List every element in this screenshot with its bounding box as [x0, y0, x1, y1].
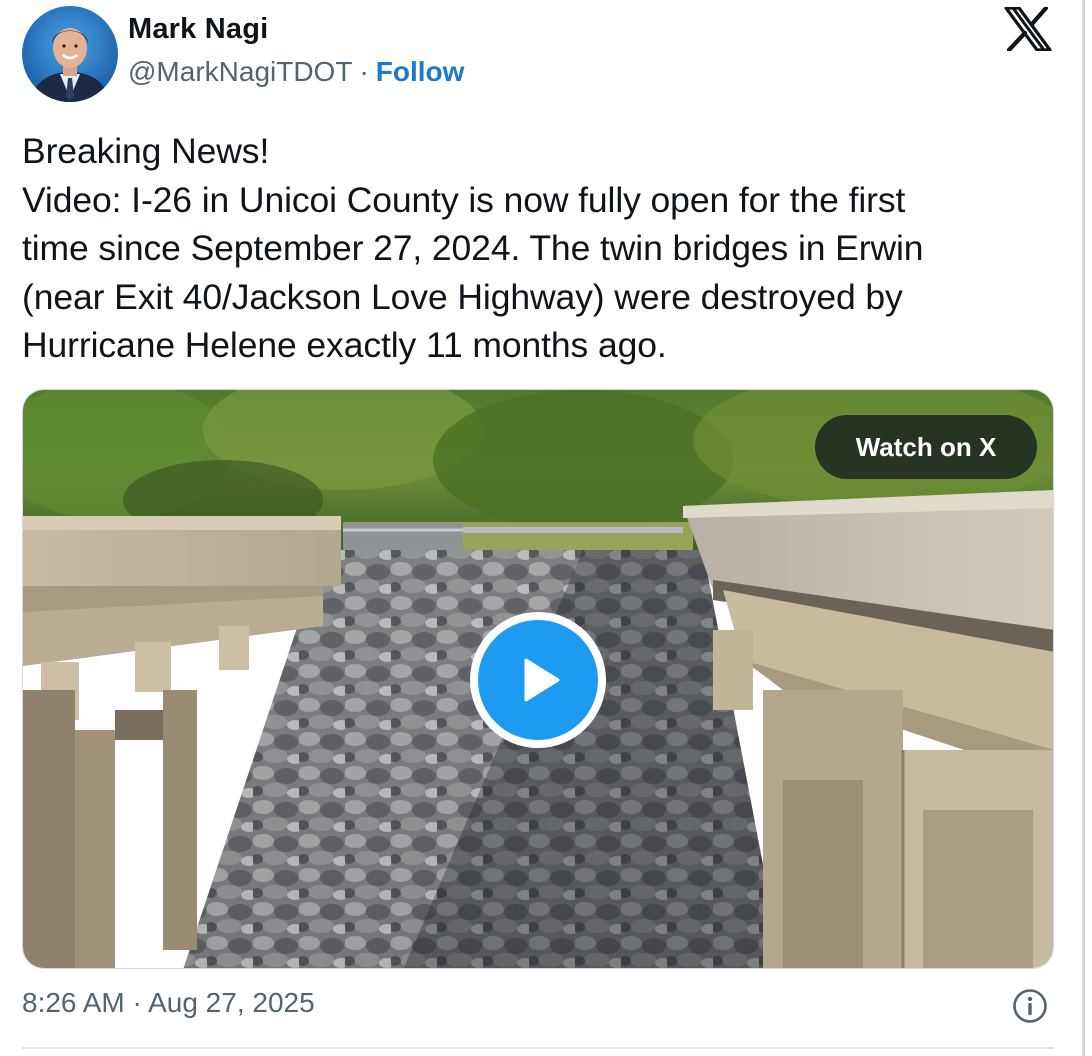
info-icon[interactable]	[1012, 988, 1048, 1024]
watch-on-x-button[interactable]: Watch on X	[815, 415, 1037, 479]
author-handle[interactable]: @MarkNagiTDOT	[128, 56, 352, 87]
meta-separator: ·	[359, 56, 369, 87]
tweet-card: Mark Nagi @MarkNagiTDOT · Follow Breaking …	[0, 0, 1085, 1056]
tweet-text-line: Breaking News!	[22, 131, 270, 171]
author-meta: @MarkNagiTDOT · Follow	[128, 56, 464, 88]
play-button[interactable]	[470, 612, 606, 748]
tweet-text-line: (near Exit 40/Jackson Love Highway) were…	[22, 276, 903, 317]
tweet-text-line: Hurricane Helene exactly 11 months ago.	[22, 325, 667, 365]
x-logo-icon[interactable]	[1004, 5, 1052, 53]
author-name[interactable]: Mark Nagi	[128, 13, 268, 46]
avatar[interactable]	[22, 6, 118, 102]
tweet-timestamp[interactable]: 8:26 AM · Aug 27, 2025	[22, 987, 315, 1019]
video-player[interactable]: Watch on X	[22, 389, 1054, 969]
tweet-text-line: Video: I-26 in Unicoi County is now full…	[22, 179, 906, 220]
tweet-text-line: time since September 27, 2024. The twin …	[22, 228, 924, 268]
tweet-text: Breaking News! Video: I-26 in Unicoi Cou…	[22, 127, 1062, 370]
follow-button[interactable]: Follow	[376, 56, 465, 87]
avatar-image	[22, 6, 118, 102]
play-icon	[478, 620, 598, 740]
divider	[22, 1047, 1054, 1049]
